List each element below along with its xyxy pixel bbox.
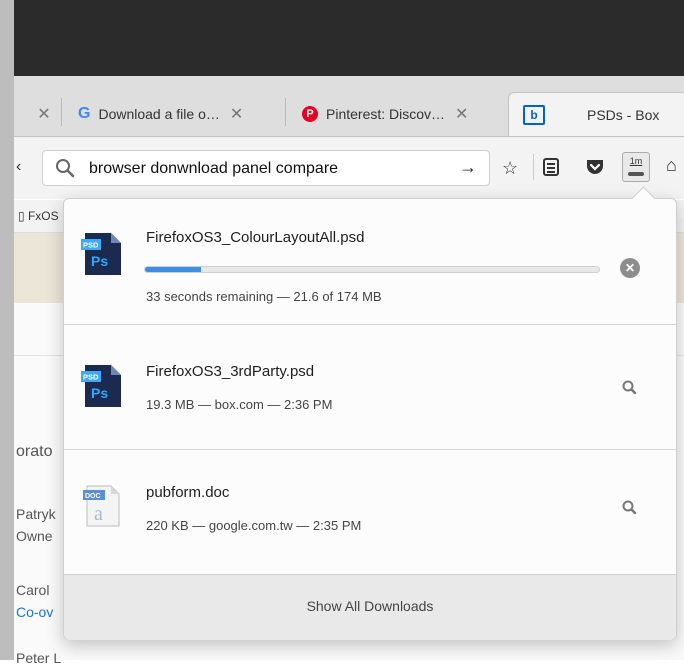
bookmark-star-icon[interactable]: ☆ — [502, 158, 518, 179]
download-filename: pubform.doc — [146, 484, 230, 501]
cancel-icon[interactable]: ✕ — [620, 258, 640, 278]
download-filename: FirefoxOS3_3rdParty.psd — [146, 363, 315, 380]
download-status: 19.3 MB — box.com — 2:36 PM — [146, 397, 333, 412]
page-member-role-link[interactable]: Co-ov — [16, 604, 53, 620]
downloads-panel: PSD Ps FirefoxOS3_ColourLayoutAll.psd 33… — [63, 186, 677, 640]
downloads-progress-icon — [628, 172, 644, 176]
file-type-badge: DOC — [85, 493, 101, 500]
tab-separator — [61, 98, 62, 126]
google-favicon-icon: G — [78, 105, 91, 122]
url-bar[interactable]: browser donwnload panel compare → — [42, 150, 490, 186]
page-member-name: Peter L — [16, 650, 62, 666]
download-item[interactable]: PSD Ps FirefoxOS3_3rdParty.psd 19.3 MB —… — [64, 324, 676, 449]
page-member-name: Carol — [16, 582, 50, 598]
close-tab-icon[interactable]: ✕ — [455, 104, 468, 124]
file-type-badge: PSD — [83, 373, 99, 382]
bookmark-label: FxOS — [27, 209, 59, 223]
close-tab-icon[interactable]: ✕ — [230, 104, 243, 124]
bookmark-item[interactable]: ▯ FxOS — [18, 209, 59, 223]
download-filename: FirefoxOS3_ColourLayoutAll.psd — [146, 229, 365, 246]
show-all-downloads-button[interactable]: Show All Downloads — [64, 574, 676, 640]
tab-strip: ✕ G Download a file o… ✕ P Pinterest: Di… — [14, 76, 684, 137]
downloads-button[interactable]: 1m — [622, 152, 650, 182]
downloads-time-label: 1m — [629, 156, 643, 166]
magnifier-icon[interactable] — [620, 378, 640, 398]
download-progress-bar — [144, 266, 600, 273]
close-tab-icon[interactable]: ✕ — [37, 104, 50, 124]
file-type-label: Ps — [91, 253, 108, 269]
file-type-badge: PSD — [83, 241, 99, 250]
download-item[interactable]: DOC a pubform.doc 220 KB — google.com.tw… — [64, 449, 676, 574]
pocket-icon[interactable] — [585, 158, 605, 176]
tab-title: Download a file o… — [98, 106, 220, 122]
page-section-heading: orato — [16, 443, 53, 460]
arrow-right-icon[interactable]: → — [459, 157, 477, 178]
tab-title: PSDs - Box — [587, 106, 660, 123]
page-member-name: Patryk — [16, 506, 56, 522]
toolbar-separator — [533, 154, 534, 180]
tab-title: Pinterest: Discov… — [326, 106, 446, 122]
search-icon — [56, 159, 75, 178]
window-titlebar — [14, 0, 684, 76]
tab-box-active[interactable]: b PSDs - Box — [508, 92, 684, 136]
file-type-label: Ps — [91, 385, 108, 401]
back-button-edge[interactable]: ‹ — [16, 158, 21, 176]
page-member-role: Owne — [16, 528, 53, 544]
box-favicon-icon: b — [523, 104, 545, 125]
download-item[interactable]: PSD Ps FirefoxOS3_ColourLayoutAll.psd 33… — [64, 199, 676, 323]
url-text[interactable]: browser donwnload panel compare — [89, 160, 338, 178]
download-status: 220 KB — google.com.tw — 2:35 PM — [146, 518, 362, 533]
download-status: 33 seconds remaining — 21.6 of 174 MB — [146, 289, 382, 304]
reading-list-icon[interactable] — [542, 157, 560, 177]
photoshop-file-icon: PSD Ps — [81, 365, 121, 407]
word-document-icon: DOC a — [83, 485, 120, 527]
tab-previous[interactable]: ✕ — [20, 92, 62, 136]
tab-pinterest[interactable]: P Pinterest: Discov… ✕ — [296, 92, 508, 136]
tab-google[interactable]: G Download a file o… ✕ — [72, 92, 286, 136]
window-frame-edge — [0, 0, 14, 660]
tab-separator — [285, 98, 286, 126]
home-icon-partial[interactable]: ⌂ — [666, 155, 677, 176]
pinterest-favicon-icon: P — [302, 106, 318, 122]
download-progress-fill — [145, 267, 202, 272]
magnifier-icon[interactable] — [620, 498, 640, 518]
photoshop-file-icon: PSD Ps — [81, 233, 121, 275]
file-type-label: a — [94, 503, 103, 525]
